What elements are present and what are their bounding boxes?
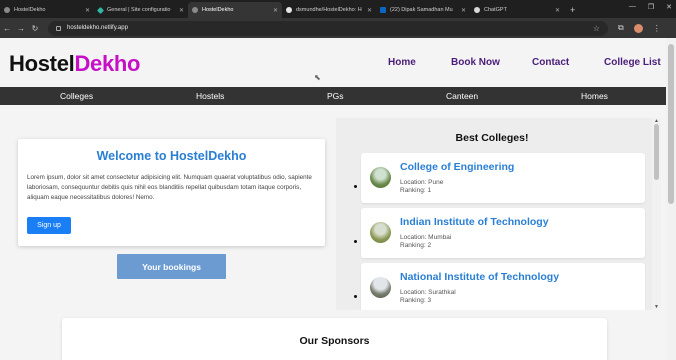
category-hostels[interactable]: Hostels — [196, 91, 224, 101]
your-bookings-button[interactable]: Your bookings — [117, 254, 226, 279]
window-controls: — ❐ ✕ — [629, 3, 672, 11]
category-colleges[interactable]: Colleges — [60, 91, 93, 101]
college-name[interactable]: College of Engineering — [400, 161, 514, 173]
best-colleges-panel: Best Colleges! College of Engineering Lo… — [336, 118, 661, 310]
welcome-text: Lorem ipsum, dolor sit amet consectetur … — [27, 174, 312, 201]
browser-tab[interactable]: ChatGPT ✕ — [470, 2, 564, 18]
extensions-icon[interactable]: ⧉ — [618, 23, 624, 33]
college-card[interactable]: National Institute of Technology Locatio… — [361, 263, 645, 310]
welcome-title: Welcome to HostelDekho — [96, 149, 247, 163]
welcome-card: Welcome to HostelDekho Lorem ipsum, dolo… — [18, 139, 325, 246]
linkedin-icon — [380, 7, 386, 13]
web-page: HostelDekho Home Book Now Contact Colleg… — [0, 38, 666, 360]
browser-tab[interactable]: (22) Dipak Samadhan Mu ✕ — [376, 2, 470, 18]
menu-kebab-icon[interactable]: ⋮ — [653, 24, 661, 33]
scrollbar-thumb[interactable] — [654, 124, 659, 180]
college-card[interactable]: Indian Institute of Technology Location:… — [361, 208, 645, 258]
list-bullet — [354, 185, 357, 188]
profile-avatar[interactable] — [633, 23, 643, 33]
scroll-down-icon[interactable]: ▼ — [654, 304, 659, 310]
url-text: hosteldekho.netlify.app — [67, 25, 128, 31]
tab-title: HostelDekho — [202, 7, 234, 13]
maximize-icon[interactable]: ❐ — [648, 3, 654, 11]
new-tab-button[interactable]: + — [564, 5, 581, 18]
close-icon[interactable]: ✕ — [555, 7, 560, 14]
address-bar[interactable]: hosteldekho.netlify.app ☆ — [48, 20, 608, 36]
tab-title: (22) Dipak Samadhan Mu — [390, 7, 453, 13]
college-thumbnail — [370, 277, 391, 298]
signup-button[interactable]: Sign up — [27, 217, 71, 234]
nav-home[interactable]: Home — [388, 57, 416, 68]
college-name[interactable]: Indian Institute of Technology — [400, 216, 549, 228]
github-icon — [286, 7, 292, 13]
browser-tab-active[interactable]: HostelDekho ✕ — [188, 2, 282, 18]
tab-title: General | Site configuratio — [107, 7, 171, 13]
site-header: HostelDekho Home Book Now Contact Colleg… — [0, 38, 666, 87]
browser-tab[interactable]: dsmundhe/HostelDekho: H ✕ — [282, 2, 376, 18]
globe-icon — [192, 7, 198, 13]
chatgpt-icon — [474, 7, 480, 13]
bookmark-star-icon[interactable]: ☆ — [593, 24, 600, 33]
site-logo[interactable]: HostelDekho — [9, 51, 140, 77]
college-ranking: Ranking: 3 — [400, 297, 432, 304]
close-icon[interactable]: ✕ — [273, 7, 278, 14]
browser-tab[interactable]: HostelDekho ✕ — [0, 2, 94, 18]
tab-title: ChatGPT — [484, 7, 507, 13]
close-icon[interactable]: ✕ — [179, 7, 184, 14]
logo-part-hostel: Hostel — [9, 51, 75, 76]
reload-icon[interactable]: ↻ — [28, 24, 42, 33]
close-window-icon[interactable]: ✕ — [666, 3, 672, 11]
nav-contact[interactable]: Contact — [532, 57, 569, 68]
nav-book-now[interactable]: Book Now — [451, 57, 500, 68]
sponsors-title: Our Sponsors — [299, 335, 370, 347]
back-icon[interactable]: ← — [0, 24, 14, 33]
list-bullet — [354, 295, 357, 298]
best-colleges-title: Best Colleges! — [455, 132, 529, 144]
browser-tab-strip: HostelDekho ✕ General | Site configurati… — [0, 0, 676, 18]
sponsors-section: Our Sponsors — [62, 318, 607, 360]
mouse-cursor-icon: ⬉ — [314, 73, 321, 82]
close-icon[interactable]: ✕ — [461, 7, 466, 14]
logo-part-dekho: Dekho — [74, 51, 141, 76]
college-location: Location: Mumbai — [400, 234, 452, 241]
forward-icon[interactable]: → — [14, 24, 28, 33]
college-ranking: Ranking: 2 — [400, 242, 432, 249]
toolbar-actions: ⧉ ⋮ — [618, 23, 661, 33]
panel-scrollbar[interactable]: ▲ ▼ — [652, 118, 661, 310]
minimize-icon[interactable]: — — [629, 3, 636, 11]
college-card[interactable]: College of Engineering Location: Pune Ra… — [361, 153, 645, 203]
college-ranking: Ranking: 1 — [400, 187, 432, 194]
tab-title: HostelDekho — [14, 7, 46, 13]
college-thumbnail — [370, 222, 391, 243]
page-scrollbar[interactable] — [666, 38, 676, 360]
site-info-icon[interactable] — [56, 25, 61, 31]
category-bar: Colleges Hostels PGs Canteen Homes — [0, 87, 666, 105]
close-icon[interactable]: ✕ — [367, 7, 372, 14]
college-location: Location: Pune — [400, 179, 444, 186]
college-thumbnail — [370, 167, 391, 188]
browser-tab[interactable]: General | Site configuratio ✕ — [94, 2, 188, 18]
tab-title: dsmundhe/HostelDekho: H — [296, 7, 362, 13]
scrollbar-thumb[interactable] — [668, 44, 674, 204]
list-bullet — [354, 240, 357, 243]
college-location: Location: Surathkal — [400, 289, 456, 296]
close-icon[interactable]: ✕ — [85, 7, 90, 14]
netlify-icon — [96, 6, 105, 14]
category-pgs[interactable]: PGs — [327, 91, 344, 101]
nav-college-list[interactable]: College List — [604, 57, 661, 68]
browser-toolbar: ← → ↻ hosteldekho.netlify.app ☆ ⧉ ⋮ — [0, 18, 676, 38]
category-homes[interactable]: Homes — [581, 91, 608, 101]
college-name[interactable]: National Institute of Technology — [400, 271, 559, 283]
globe-icon — [4, 7, 10, 13]
category-canteen[interactable]: Canteen — [446, 91, 478, 101]
